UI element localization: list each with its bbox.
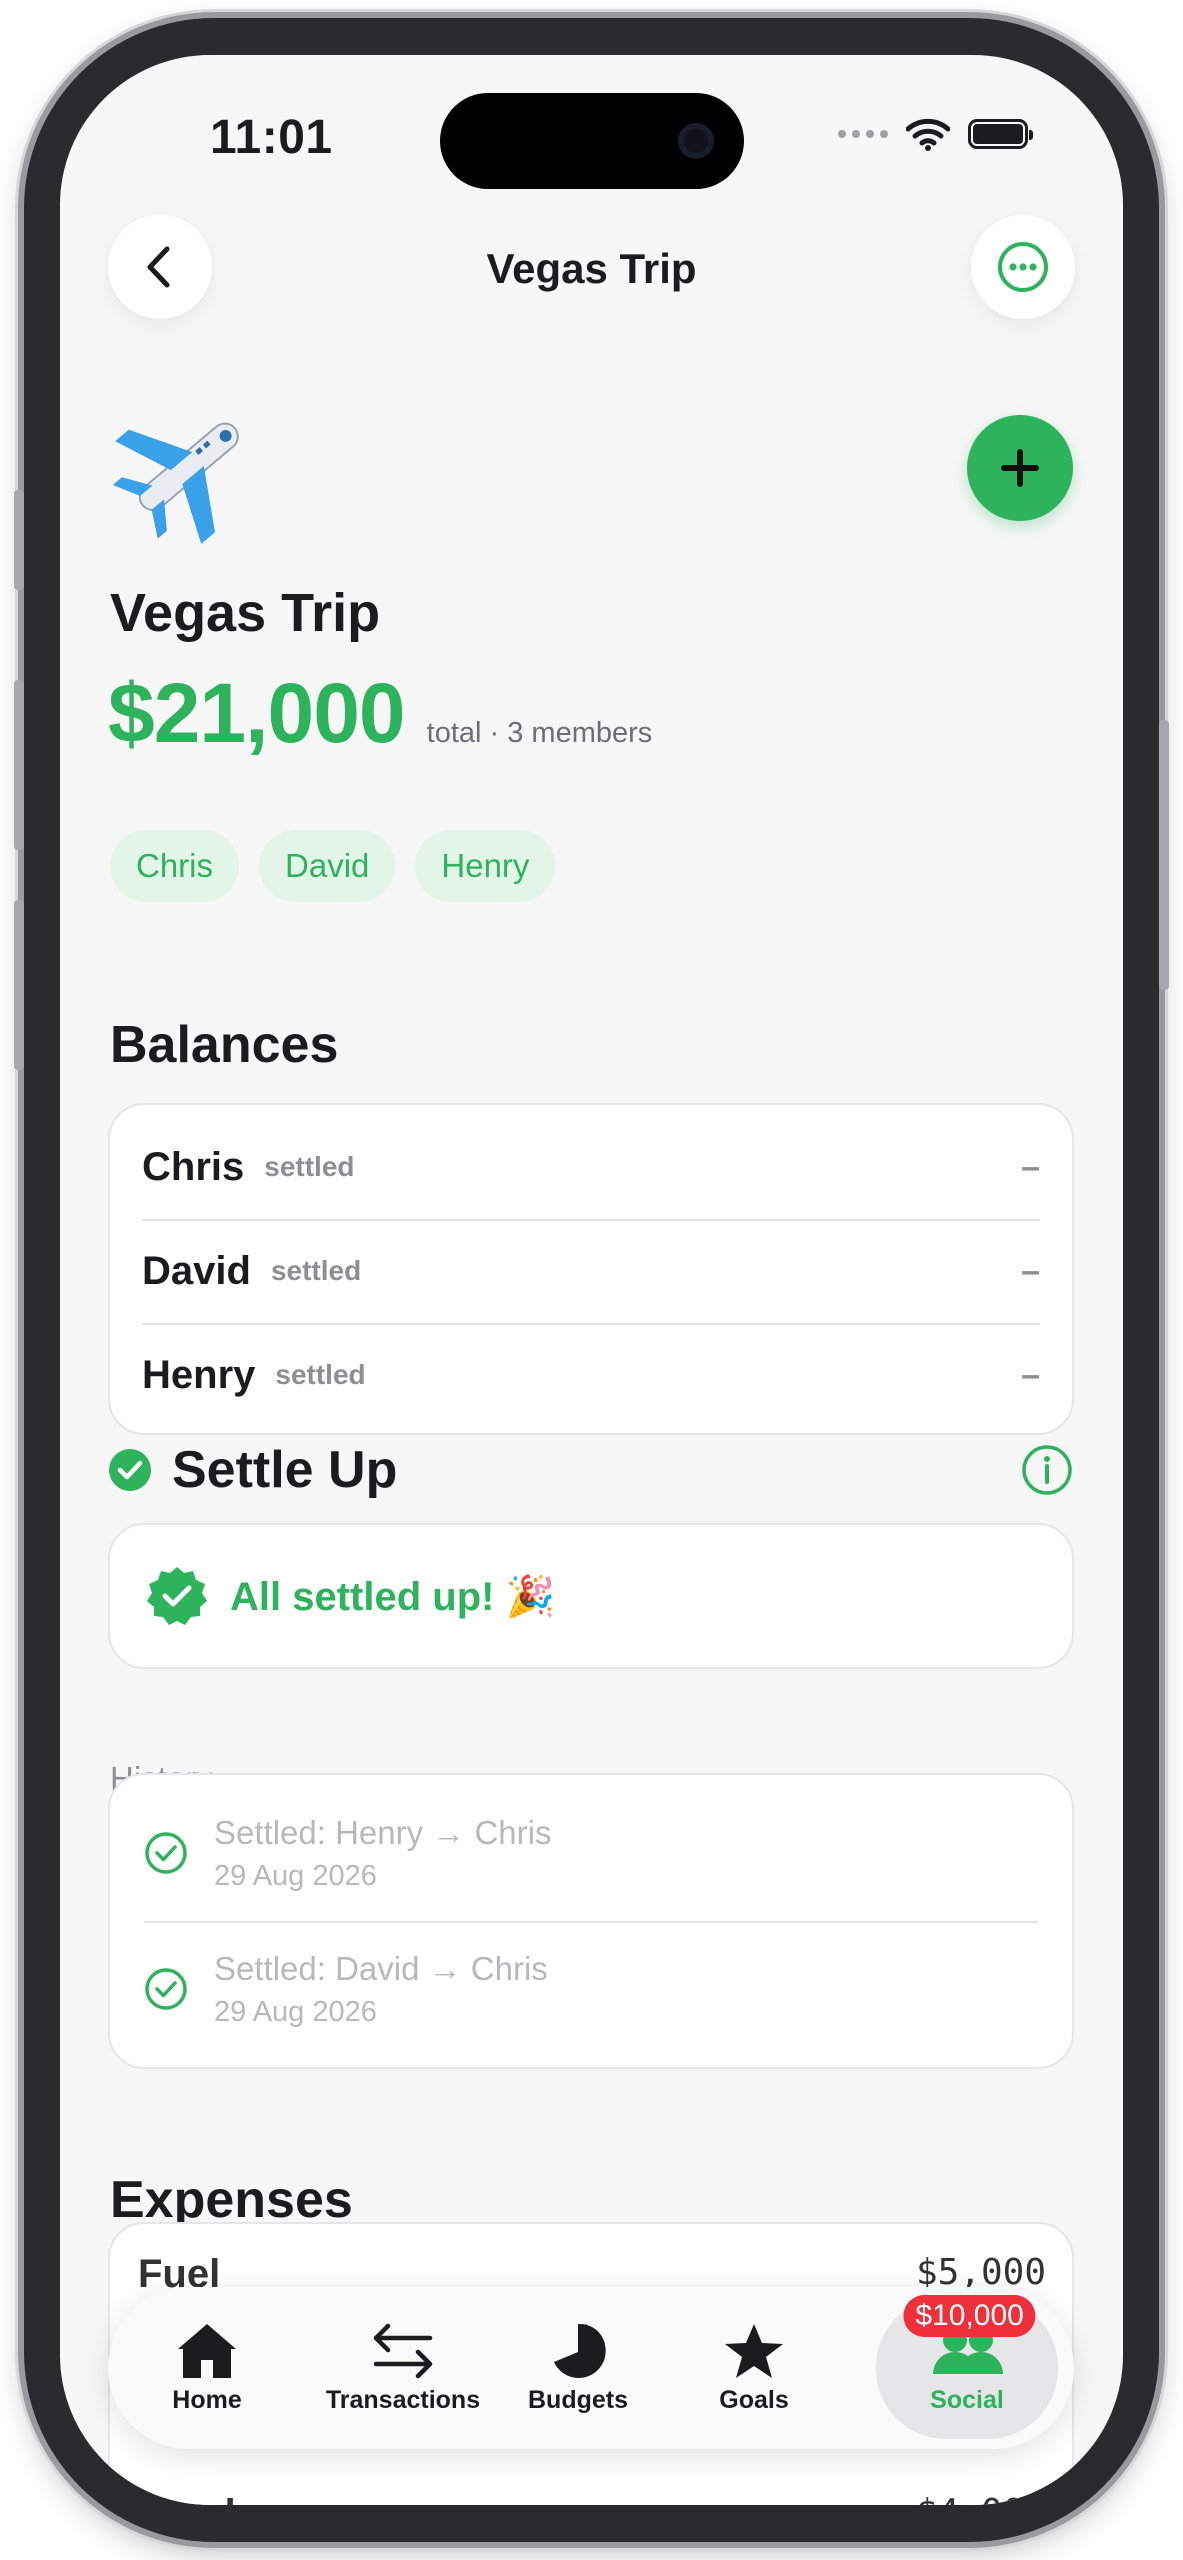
check-circle-outline-icon <box>145 1968 187 2010</box>
tab-bar: Home Transactions Budgets Goals Social $… <box>108 2287 1074 2449</box>
balance-name: David <box>142 1248 251 1293</box>
verified-seal-icon <box>147 1567 207 1625</box>
status-icons <box>838 117 1033 151</box>
member-chip[interactable]: David <box>259 830 396 902</box>
airplane-icon <box>112 422 239 544</box>
info-icon[interactable] <box>1020 1443 1074 1497</box>
wifi-icon <box>906 118 950 151</box>
check-circle-outline-icon <box>145 1832 187 1874</box>
balances-card: Chris settled – David settled – Henry se… <box>108 1103 1074 1435</box>
cellular-signal-icon <box>838 130 888 138</box>
volume-down-button <box>14 900 24 1070</box>
history-item[interactable]: Settled: Henry → Chris 29 Aug 2026 <box>110 1785 1072 1921</box>
balance-status: settled <box>270 1255 362 1286</box>
add-expense-button[interactable] <box>967 415 1073 521</box>
star-icon <box>725 2323 783 2378</box>
battery-icon <box>968 119 1033 149</box>
history-date: 29 Aug 2026 <box>214 1859 377 1892</box>
screen: 11:01 Vegas Trip Vegas Trip $21,000 tota… <box>60 55 1123 2505</box>
expenses-heading: Expenses <box>110 2171 353 2229</box>
group-name: Vegas Trip <box>110 583 381 643</box>
more-options-button[interactable] <box>971 215 1075 319</box>
balances-heading: Balances <box>110 1016 339 1074</box>
tab-label: Goals <box>719 2385 789 2414</box>
house-icon <box>178 2323 236 2378</box>
settled-message: All settled up! 🎉 <box>230 1574 556 1619</box>
arrows-exchange-icon <box>373 2323 433 2378</box>
status-time: 11:01 <box>210 111 333 164</box>
tab-label: Social <box>930 2385 1004 2414</box>
balance-row[interactable]: Chris settled – <box>110 1115 1072 1219</box>
dynamic-island <box>440 93 744 189</box>
ellipsis-circle-icon <box>998 242 1048 292</box>
plus-icon <box>1001 449 1039 487</box>
balance-row[interactable]: David settled – <box>110 1219 1072 1323</box>
tab-label: Home <box>172 2385 242 2414</box>
front-camera <box>678 123 714 159</box>
group-total: $21,000 total · 3 members <box>108 665 652 762</box>
settle-up-header: Settle Up <box>108 1435 1074 1505</box>
history-item[interactable]: Settled: David → Chris 29 Aug 2026 <box>110 1921 1072 2057</box>
tab-home[interactable]: Home <box>148 2287 266 2449</box>
balance-name: Chris <box>142 1144 245 1189</box>
tab-label: Transactions <box>325 2385 481 2414</box>
total-amount: $21,000 <box>108 666 406 760</box>
power-button <box>1159 720 1169 990</box>
balance-value: – <box>1021 1355 1040 1394</box>
member-chip[interactable]: Chris <box>110 830 240 902</box>
page-title: Vegas Trip <box>486 245 697 292</box>
total-meta: total · 3 members <box>426 717 653 749</box>
action-button <box>14 490 24 590</box>
settle-up-heading: Settle Up <box>172 1441 398 1499</box>
expense-name[interactable]: Food <box>138 2492 236 2505</box>
tab-social[interactable]: Social $10,000 <box>876 2295 1058 2439</box>
settled-status-card: All settled up! 🎉 <box>108 1523 1074 1669</box>
tab-transactions[interactable]: Transactions <box>318 2287 488 2449</box>
history-title: Settled: David → Chris <box>214 1949 548 1987</box>
balance-value: – <box>1021 1147 1040 1186</box>
checkmark-circle-icon <box>109 1449 151 1491</box>
member-chip[interactable]: Henry <box>415 830 556 902</box>
tab-budgets[interactable]: Budgets <box>518 2287 638 2449</box>
member-chips: Chris David Henry <box>110 830 556 902</box>
balance-name: Henry <box>142 1352 256 1397</box>
social-badge: $10,000 <box>903 2295 1036 2337</box>
balance-value: – <box>1021 1251 1040 1290</box>
tab-label: Budgets <box>528 2385 628 2414</box>
balance-status: settled <box>264 1151 355 1182</box>
tab-goals[interactable]: Goals <box>704 2287 804 2449</box>
history-date: 29 Aug 2026 <box>214 1995 377 2028</box>
expense-amount: $4,000 <box>916 2492 1046 2505</box>
balance-status: settled <box>275 1359 366 1390</box>
volume-up-button <box>14 680 24 850</box>
balance-row[interactable]: Henry settled – <box>110 1323 1072 1427</box>
history-title: Settled: Henry → Chris <box>214 1813 552 1851</box>
history-card: Settled: Henry → Chris 29 Aug 2026 Settl… <box>108 1773 1074 2069</box>
pie-chart-icon <box>554 2323 606 2378</box>
